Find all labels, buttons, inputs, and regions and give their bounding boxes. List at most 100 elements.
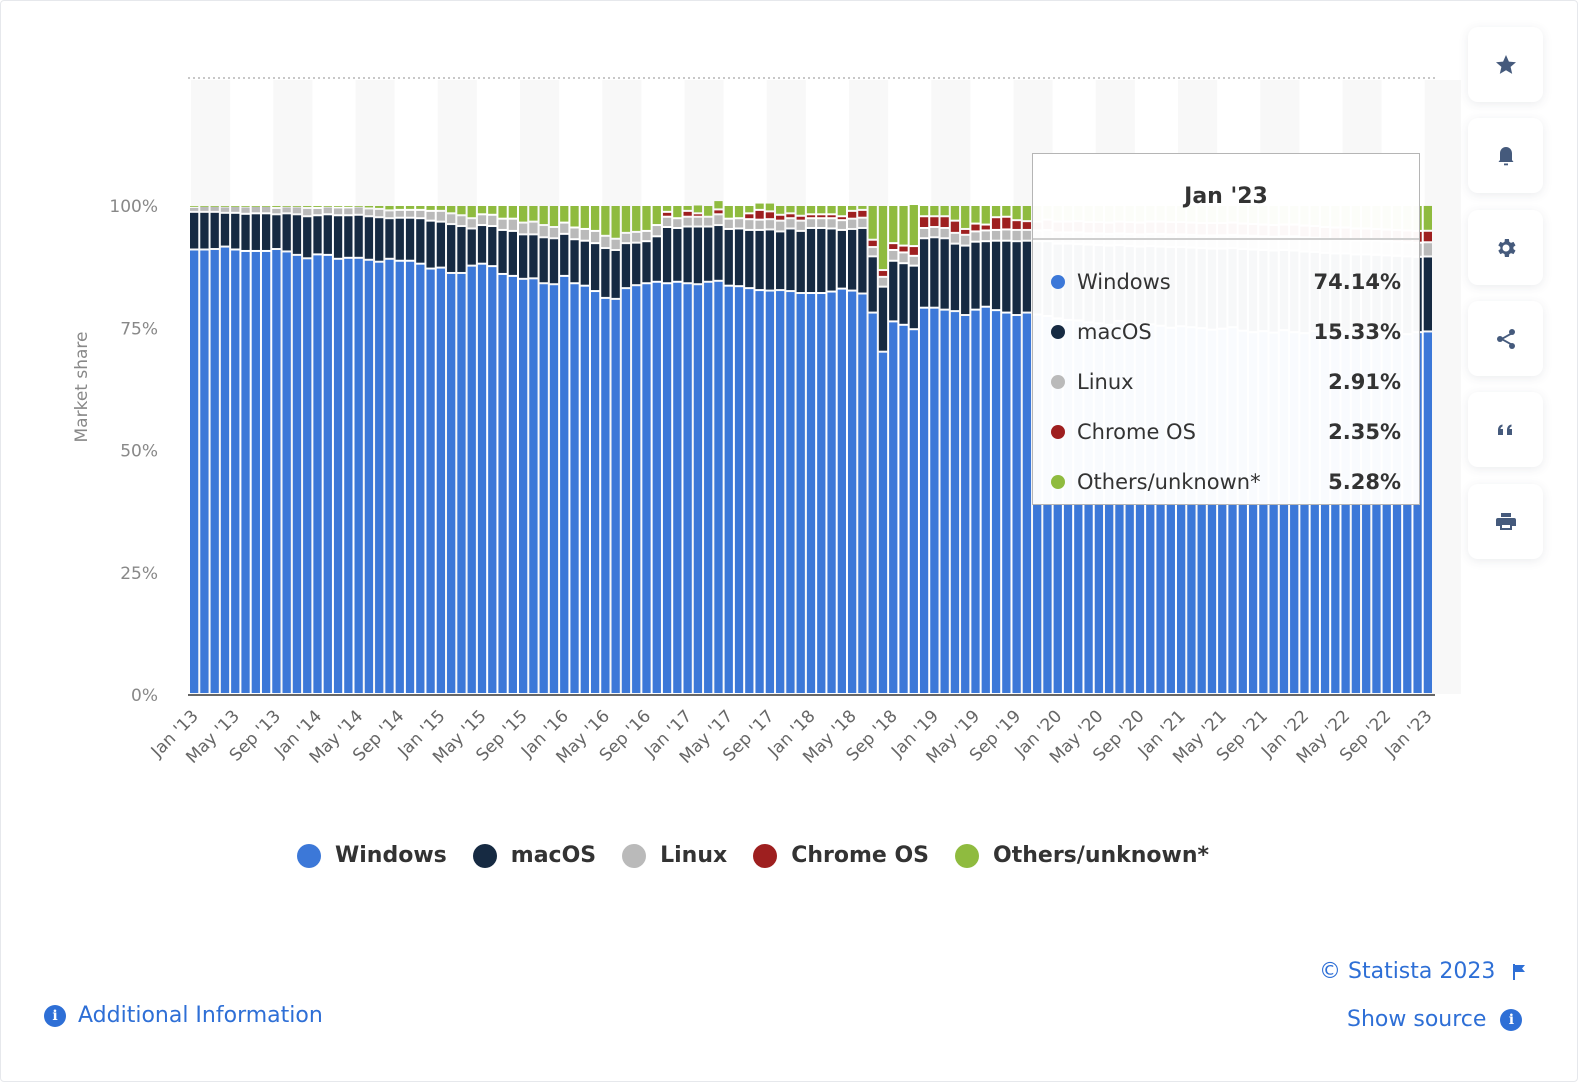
notification-button[interactable] <box>1468 118 1543 193</box>
bar-segment-linux[interactable] <box>292 207 302 214</box>
bar-segment-windows[interactable] <box>642 284 651 693</box>
bar-segment-macos[interactable] <box>704 227 713 281</box>
bar-segment-macos[interactable] <box>364 217 374 259</box>
bar-segment-others[interactable] <box>477 206 487 214</box>
bar-segment-others[interactable] <box>549 206 559 226</box>
bar-segment-linux[interactable] <box>539 226 548 237</box>
bar-segment-linux[interactable] <box>570 228 579 239</box>
bar-segment-chromeos[interactable] <box>1022 222 1032 229</box>
bar-segment-linux[interactable] <box>190 207 199 211</box>
bar-segment-macos[interactable] <box>375 218 384 261</box>
bar-segment-chromeos[interactable] <box>796 216 805 220</box>
bar-segment-macos[interactable] <box>909 266 918 329</box>
bar-segment-others[interactable] <box>1012 206 1021 220</box>
bar-segment-linux[interactable] <box>580 229 589 240</box>
bar-segment-others[interactable] <box>313 206 322 207</box>
bar-segment-macos[interactable] <box>796 231 805 293</box>
bar-segment-linux[interactable] <box>467 219 476 228</box>
bar-segment-linux[interactable] <box>1002 230 1011 240</box>
bar-segment-windows[interactable] <box>488 267 497 694</box>
bar-segment-windows[interactable] <box>354 258 363 693</box>
bar-segment-chromeos[interactable] <box>714 210 723 214</box>
bar-segment-chromeos[interactable] <box>950 221 960 232</box>
bar-segment-linux[interactable] <box>272 208 281 214</box>
bar-segment-linux[interactable] <box>981 231 990 241</box>
bar-segment-windows[interactable] <box>477 264 487 693</box>
bar-segment-others[interactable] <box>231 206 240 207</box>
bar-segment-others[interactable] <box>806 206 816 214</box>
bar-segment-macos[interactable] <box>693 227 703 284</box>
bar-segment-macos[interactable] <box>745 230 754 288</box>
bar-segment-windows[interactable] <box>621 289 631 693</box>
bar-segment-others[interactable] <box>755 203 764 209</box>
bar-segment-macos[interactable] <box>190 212 199 249</box>
bar-segment-others[interactable] <box>601 206 610 235</box>
bar-segment-macos[interactable] <box>508 231 517 275</box>
bar-segment-chromeos[interactable] <box>991 218 1001 229</box>
bar-segment-chromeos[interactable] <box>847 211 857 218</box>
bar-segment-windows[interactable] <box>889 322 898 693</box>
bar-segment-macos[interactable] <box>220 213 230 246</box>
bar-segment-chromeos[interactable] <box>662 212 672 216</box>
bar-segment-windows[interactable] <box>323 255 332 693</box>
bar-segment-windows[interactable] <box>940 310 949 693</box>
bar-segment-macos[interactable] <box>590 244 600 291</box>
bar-segment-windows[interactable] <box>395 261 404 693</box>
bar-segment-others[interactable] <box>961 206 970 228</box>
legend-item-windows[interactable]: Windows <box>297 843 447 868</box>
bar-segment-windows[interactable] <box>601 298 610 693</box>
bar-segment-windows[interactable] <box>447 273 456 693</box>
bar-segment-macos[interactable] <box>981 242 990 306</box>
bar-segment-linux[interactable] <box>560 223 569 233</box>
bar-segment-macos[interactable] <box>303 217 312 258</box>
bar-segment-linux[interactable] <box>899 253 908 263</box>
bar-segment-linux[interactable] <box>693 217 703 226</box>
bar-segment-macos[interactable] <box>292 215 302 254</box>
bar-segment-linux[interactable] <box>282 207 291 213</box>
bar-segment-windows[interactable] <box>868 313 877 693</box>
bar-segment-others[interactable] <box>642 206 651 230</box>
print-button[interactable] <box>1468 484 1543 559</box>
bar-segment-macos[interactable] <box>971 242 980 309</box>
bar-segment-chromeos[interactable] <box>940 217 949 227</box>
bar-segment-macos[interactable] <box>827 229 836 291</box>
bar-segment-windows[interactable] <box>508 276 517 693</box>
bar-segment-linux[interactable] <box>416 210 425 218</box>
bar-segment-windows[interactable] <box>200 250 209 694</box>
bar-segment-others[interactable] <box>190 206 199 207</box>
bar-segment-others[interactable] <box>323 206 332 207</box>
bar-segment-linux[interactable] <box>991 230 1001 240</box>
bar-segment-others[interactable] <box>292 206 302 207</box>
bar-segment-windows[interactable] <box>981 307 990 693</box>
bar-segment-windows[interactable] <box>930 308 939 693</box>
bar-segment-others[interactable] <box>899 206 908 245</box>
bar-segment-others[interactable] <box>436 206 446 210</box>
bar-segment-linux[interactable] <box>364 209 374 216</box>
bar-segment-linux[interactable] <box>549 228 559 238</box>
bar-segment-macos[interactable] <box>868 257 877 312</box>
bar-segment-others[interactable] <box>590 206 600 230</box>
bar-segment-others[interactable] <box>765 203 775 211</box>
bar-segment-others[interactable] <box>714 201 723 209</box>
bar-segment-linux[interactable] <box>642 231 651 241</box>
bar-segment-others[interactable] <box>251 206 260 207</box>
bar-segment-others[interactable] <box>817 206 826 214</box>
bar-segment-linux[interactable] <box>734 219 744 228</box>
bar-segment-windows[interactable] <box>210 250 219 693</box>
bar-segment-macos[interactable] <box>477 226 487 263</box>
bar-segment-others[interactable] <box>847 206 857 210</box>
bar-segment-others[interactable] <box>405 206 415 209</box>
bar-segment-windows[interactable] <box>272 250 281 693</box>
bar-segment-others[interactable] <box>981 206 990 224</box>
bar-segment-others[interactable] <box>560 206 569 222</box>
bar-segment-linux[interactable] <box>231 206 240 212</box>
bar-segment-macos[interactable] <box>950 244 960 311</box>
cite-button[interactable] <box>1468 392 1543 467</box>
bar-segment-linux[interactable] <box>457 216 466 226</box>
bar-segment-linux[interactable] <box>786 219 795 228</box>
bar-segment-windows[interactable] <box>560 276 569 693</box>
bar-segment-others[interactable] <box>745 206 754 213</box>
bar-segment-chromeos[interactable] <box>786 214 795 218</box>
bar-segment-linux[interactable] <box>724 219 733 228</box>
bar-segment-macos[interactable] <box>560 234 569 275</box>
